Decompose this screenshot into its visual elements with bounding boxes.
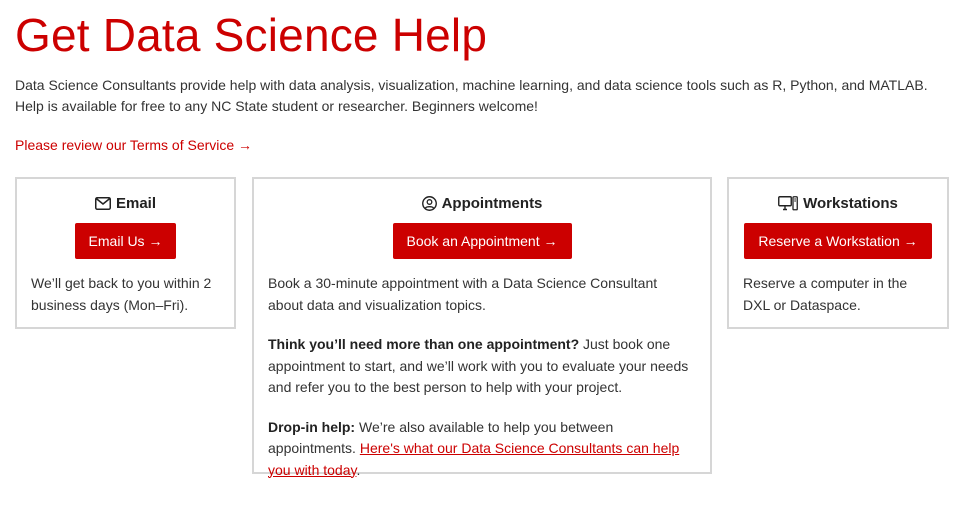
workstations-card-title: Workstations (803, 194, 898, 212)
email-card-text: We’ll get back to you within 2 business … (31, 275, 212, 313)
multiple-appointments-paragraph: Think you’ll need more than one appointm… (268, 334, 696, 399)
appointments-card: Appointments Book an Appointment → Book … (252, 177, 712, 478)
page-title: Get Data Science Help (15, 9, 488, 61)
workstations-card: Workstations Reserve a Workstation → Res… (727, 177, 949, 329)
workstations-card-text: Reserve a computer in the DXL or Dataspa… (743, 275, 908, 313)
appointments-card-title: Appointments (441, 194, 543, 212)
appointments-card-header: Appointments (268, 193, 696, 213)
drop-in-heading: Drop-in help: (268, 418, 356, 435)
email-card-header: Email (31, 193, 220, 213)
email-card: Email Email Us → We’ll get back to you w… (15, 177, 236, 329)
user-circle-icon (421, 195, 437, 211)
multiple-appointments-heading: Think you’ll need more than one appointm… (268, 336, 580, 352)
workstations-card-header: Workstations (743, 193, 933, 213)
appointments-card-text: Book a 30-minute appointment with a Data… (268, 275, 658, 313)
book-appointment-button[interactable]: Book an Appointment → (392, 223, 572, 259)
reserve-workstation-button[interactable]: Reserve a Workstation → (744, 223, 932, 259)
computer-icon (778, 195, 799, 211)
drop-in-period: . (356, 461, 361, 478)
envelope-icon (94, 196, 111, 210)
email-card-title: Email (115, 194, 157, 212)
terms-of-service-link[interactable]: Please review our Terms of Service → (15, 137, 252, 153)
drop-in-paragraph: Drop-in help: We’re also available to he… (268, 417, 696, 482)
intro-text: Data Science Consultants provide help wi… (15, 77, 928, 114)
email-us-button[interactable]: Email Us → (74, 223, 177, 259)
